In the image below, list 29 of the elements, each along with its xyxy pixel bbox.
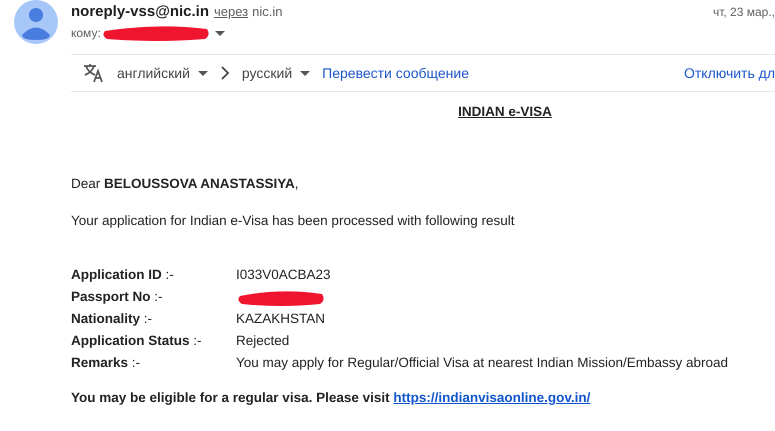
detail-value: KAZAKHSTAN <box>236 310 326 328</box>
caret-icon <box>300 70 310 76</box>
via-link[interactable]: через <box>214 4 248 19</box>
caret-icon <box>198 70 208 76</box>
translate-icon <box>83 63 105 83</box>
disable-translation-link[interactable]: Отключить дл <box>684 65 775 81</box>
source-language-dropdown[interactable]: английский <box>113 65 212 81</box>
detail-value: Rejected <box>236 332 290 350</box>
caret-icon <box>214 30 225 36</box>
detail-label: Remarks :- <box>71 354 142 372</box>
visit-text: You may be eligible for a regular visa. Please visit <box>71 390 390 405</box>
detail-value: You may apply for Regular/Official Visa at nearest Indian Mission/Embassy abroad <box>236 354 730 372</box>
detail-label: Nationality :- <box>71 310 154 328</box>
detail-label: Passport No :- <box>71 288 164 306</box>
avatar-icon <box>14 0 58 44</box>
target-language-dropdown[interactable]: русский <box>238 65 314 81</box>
detail-label: Application Status :- <box>71 332 203 350</box>
intro-text: Your application for Indian e-Visa has been processed with following result <box>71 213 516 228</box>
via-domain: nic.in <box>252 4 282 19</box>
email-date: чт, 23 мар., <box>712 5 775 19</box>
detail-label: Application ID :- <box>71 266 175 284</box>
translate-message-link[interactable]: Перевести сообщение <box>322 65 469 81</box>
detail-value: I033V0ACBA23 <box>236 266 332 284</box>
chevron-right-icon <box>220 66 230 80</box>
email-title: INDIAN e-VISA <box>458 104 552 119</box>
visa-website-link[interactable]: https://indianvisaonline.gov.in/ <box>393 390 590 405</box>
recipient-label: кому: <box>71 26 101 40</box>
sender-email: noreply-vss@nic.in <box>71 3 209 20</box>
greeting-text: Dear BELOUSSOVA ANASTASSIYA, <box>71 176 300 191</box>
